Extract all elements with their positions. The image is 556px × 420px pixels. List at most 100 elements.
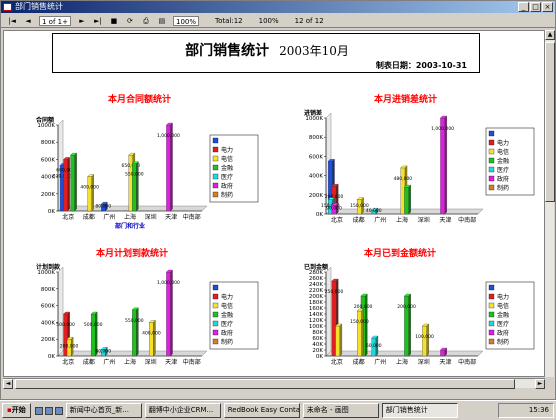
outlook-icon[interactable] bbox=[44, 406, 53, 415]
scroll-up-icon[interactable]: ▲ bbox=[545, 30, 555, 40]
clock: 15:36 bbox=[528, 406, 549, 414]
taskbar-item[interactable]: RedBook Easy Conta... bbox=[223, 403, 300, 418]
taskbar-item[interactable]: 新闻中心首页_新... bbox=[65, 403, 142, 418]
legend-swatch bbox=[488, 320, 495, 327]
bar-side bbox=[426, 323, 429, 357]
x-tick-label: 广州 bbox=[103, 358, 115, 366]
system-tray: 15:36 bbox=[498, 403, 554, 418]
desktop-icon[interactable] bbox=[54, 406, 63, 415]
bar-value-label: 500,000 bbox=[84, 322, 103, 328]
y-tick-label: 0K bbox=[48, 354, 55, 360]
y-tick-label: 240K bbox=[309, 282, 323, 288]
prev-page-icon[interactable]: ◄ bbox=[23, 16, 33, 26]
bar-side bbox=[339, 323, 343, 357]
y-tick-label: 400K bbox=[309, 174, 323, 180]
taskbar-item[interactable]: 翻博中小企业CRM... bbox=[144, 403, 221, 418]
y-tick-label: 1000K bbox=[37, 123, 55, 129]
scroll-right-icon[interactable]: ► bbox=[535, 379, 545, 389]
y-tick-label: 800K bbox=[41, 287, 55, 293]
y-tick-label: 600K bbox=[41, 304, 55, 310]
legend-label: 电力 bbox=[221, 146, 233, 154]
bar bbox=[70, 154, 75, 212]
print-icon[interactable]: ⎙ bbox=[141, 16, 151, 26]
title-bar: 部门销售统计 _ □ × bbox=[1, 1, 555, 13]
bar bbox=[63, 159, 68, 212]
window-title: 部门销售统计 bbox=[15, 2, 63, 11]
taskbar-item[interactable]: 未命名 - 画图 bbox=[302, 403, 379, 418]
y-tick-label: 0K bbox=[316, 354, 323, 360]
y-tick-label: 120K bbox=[309, 318, 323, 324]
x-tick-label: 天津 bbox=[439, 359, 451, 366]
ie-icon[interactable] bbox=[34, 406, 43, 415]
scroll-left-icon[interactable]: ◄ bbox=[3, 379, 13, 389]
report-toolbar: |◄ ◄ 1 of 1+ ► ►| ■ ⟳ ⎙ ▤ 100% Total:12 … bbox=[1, 14, 555, 28]
vertical-scroll-thumb[interactable] bbox=[545, 42, 555, 202]
legend-label: 制药 bbox=[497, 338, 509, 346]
legend-label: 电信 bbox=[497, 148, 509, 156]
y-tick-label: 400K bbox=[41, 320, 55, 326]
bar-side bbox=[361, 308, 364, 357]
chart-title-planned: 本月计划到款统计 bbox=[96, 249, 169, 259]
chart-planned: 计划到款0K200K400K600K800K1000K北京 成都 广州 上海 深圳 天津中… bbox=[36, 263, 259, 366]
legend-label: 金融 bbox=[497, 157, 509, 165]
bar bbox=[149, 322, 154, 357]
y-tick-label: 200K bbox=[41, 192, 55, 198]
horizontal-scroll-thumb[interactable] bbox=[15, 379, 515, 389]
x-axis-label: 部门和行业 bbox=[115, 222, 145, 230]
bar bbox=[440, 117, 445, 215]
chart-title-received: 本月已到金额统计 bbox=[364, 249, 437, 259]
horizontal-scrollbar[interactable]: ◄ ► bbox=[3, 378, 545, 389]
bar-side bbox=[74, 152, 77, 212]
report-year-month: 2003年10月 bbox=[279, 44, 349, 58]
report-header: 部门销售统计 2003年10月 制表日期：2003-10-31 bbox=[52, 33, 480, 73]
chart-margin: 进销差0K200K400K600K800K1000K北京 成都 广州 上海 深圳 天津 中南… bbox=[304, 109, 535, 224]
x-tick-label: 北京 bbox=[331, 216, 343, 224]
start-button[interactable]: ▪开始 bbox=[2, 403, 31, 418]
legend-swatch bbox=[488, 329, 495, 336]
legend-swatch bbox=[212, 173, 219, 180]
bar-value-label: 100,000 bbox=[415, 334, 434, 340]
legend-swatch bbox=[488, 139, 495, 146]
minimize-button[interactable]: _ bbox=[518, 2, 529, 12]
legend-swatch bbox=[488, 284, 495, 291]
bar-value-label: 400,000 bbox=[142, 330, 161, 336]
x-tick-label: 深圳 bbox=[145, 213, 157, 221]
legend-label: 医疗 bbox=[497, 166, 509, 174]
bar bbox=[404, 186, 409, 215]
x-tick-label: 北京 bbox=[331, 358, 343, 366]
bar-value-label: 80,000 bbox=[95, 349, 111, 355]
x-tick-label: 深圳 bbox=[418, 358, 430, 366]
legend-swatch bbox=[212, 293, 219, 300]
legend-swatch bbox=[488, 184, 495, 191]
y-tick-label: 200K bbox=[41, 337, 55, 343]
x-tick-label: 上海 bbox=[124, 213, 136, 221]
stop-icon[interactable]: ■ bbox=[109, 16, 119, 26]
bar-side bbox=[408, 293, 411, 357]
last-page-icon[interactable]: ►| bbox=[93, 16, 103, 26]
legend-swatch bbox=[212, 338, 219, 345]
y-tick-label: 1000K bbox=[37, 270, 55, 276]
x-tick-label: 中南部 bbox=[183, 358, 201, 366]
legend-label: 制药 bbox=[497, 184, 509, 192]
zoom-select[interactable]: 100% bbox=[172, 15, 199, 26]
next-page-icon[interactable]: ► bbox=[77, 16, 87, 26]
taskbar-item-active[interactable]: 部门销售统计 bbox=[381, 403, 458, 418]
legend-swatch bbox=[488, 148, 495, 155]
x-tick-label: 上海 bbox=[396, 358, 408, 366]
app-icon bbox=[3, 3, 12, 11]
legend-label: 电信 bbox=[221, 302, 233, 310]
page-indicator[interactable]: 1 of 1+ bbox=[39, 15, 71, 26]
first-page-icon[interactable]: |◄ bbox=[7, 16, 17, 26]
legend-swatch bbox=[488, 293, 495, 300]
quick-launch bbox=[34, 406, 63, 415]
close-button[interactable]: × bbox=[542, 2, 553, 12]
legend-swatch bbox=[488, 302, 495, 309]
x-tick-label: 中南部 bbox=[458, 216, 476, 224]
export-icon[interactable]: ▤ bbox=[157, 16, 167, 26]
y-tick-label: 280K bbox=[309, 270, 323, 276]
legend-label: 电信 bbox=[221, 155, 233, 163]
refresh-icon[interactable]: ⟳ bbox=[125, 16, 135, 26]
legend-label: 金融 bbox=[221, 164, 233, 172]
vertical-scrollbar[interactable]: ▲ bbox=[544, 30, 555, 377]
maximize-button[interactable]: □ bbox=[530, 2, 541, 12]
